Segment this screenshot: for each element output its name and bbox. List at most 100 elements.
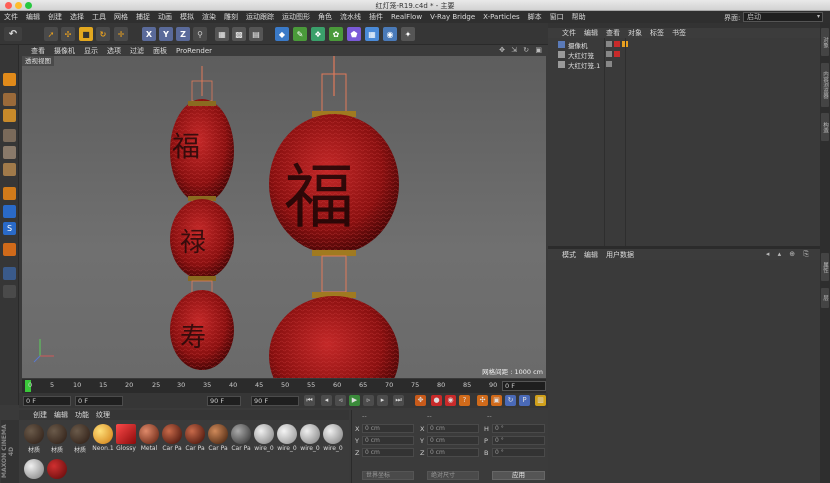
- menu-motion-tracking[interactable]: 运动跟踪: [246, 12, 274, 22]
- render-settings-icon[interactable]: ▤: [249, 27, 263, 41]
- goto-start-icon[interactable]: ⏮: [304, 395, 315, 406]
- undo-icon[interactable]: ↶: [4, 27, 22, 41]
- visibility-dot-icon[interactable]: [606, 61, 612, 67]
- menu-snap[interactable]: 捕捉: [136, 12, 150, 22]
- points-mode-icon[interactable]: [3, 129, 16, 142]
- next-frame-icon[interactable]: ▹: [363, 395, 374, 406]
- material-swatch[interactable]: Glossy: [115, 424, 137, 452]
- material-swatch[interactable]: wire_0: [299, 424, 321, 452]
- coordinate-mode-dropdown[interactable]: 世界坐标: [362, 471, 414, 480]
- menu-character[interactable]: 角色: [318, 12, 332, 22]
- tab-attributes[interactable]: 属性: [821, 253, 829, 281]
- floor-icon[interactable]: ▦: [365, 27, 379, 41]
- visibility-dot-icon[interactable]: [606, 41, 612, 47]
- material-menu-function[interactable]: 功能: [75, 410, 89, 420]
- viewport-menu-display[interactable]: 显示: [84, 46, 98, 56]
- rotation-key-icon[interactable]: ↻: [505, 395, 516, 406]
- material-menu-edit[interactable]: 编辑: [54, 410, 68, 420]
- material-swatch[interactable]: 材质: [46, 424, 68, 454]
- start-frame-field[interactable]: 0 F: [23, 396, 71, 406]
- menu-xparticles[interactable]: X-Particles: [483, 13, 519, 21]
- attribute-menu-user-data[interactable]: 用户数据: [606, 250, 634, 260]
- material-tag-icon[interactable]: [614, 51, 620, 57]
- object-menu-bookmarks[interactable]: 书签: [672, 28, 686, 38]
- cloner-icon[interactable]: ✿: [329, 27, 343, 41]
- snap-icon[interactable]: S: [3, 222, 16, 235]
- prev-frame-icon[interactable]: ◃: [335, 395, 346, 406]
- menu-realflow[interactable]: RealFlow: [391, 13, 422, 21]
- material-swatch[interactable]: Neon.1: [92, 424, 114, 452]
- material-swatch[interactable]: 材质: [23, 424, 45, 454]
- material-menu-texture[interactable]: 纹理: [96, 410, 110, 420]
- edges-mode-icon[interactable]: [3, 146, 16, 159]
- end-frame-field[interactable]: 90 F: [251, 396, 299, 406]
- material-swatch[interactable]: Car Pa: [230, 424, 252, 452]
- material-swatch[interactable]: wire_0: [276, 424, 298, 452]
- subdivision-icon[interactable]: ❖: [311, 27, 325, 41]
- material-swatch[interactable]: Car Pa: [161, 424, 183, 452]
- preview-end-field[interactable]: 90 F: [207, 396, 241, 406]
- attribute-menu-edit[interactable]: 编辑: [584, 250, 598, 260]
- material-swatch[interactable]: [23, 459, 45, 479]
- x-axis-button[interactable]: X: [142, 27, 156, 41]
- menu-vray-bridge[interactable]: V-Ray Bridge: [430, 13, 475, 21]
- perspective-viewport[interactable]: 福 禄 寿 福 透视视图 网格间距: 1000 cm: [22, 56, 546, 378]
- light-icon[interactable]: ✦: [401, 27, 415, 41]
- material-swatch[interactable]: 材质: [69, 424, 91, 454]
- tab-content-browser[interactable]: 内容浏览器: [821, 63, 829, 107]
- position-key-icon[interactable]: ✣: [477, 395, 488, 406]
- object-row[interactable]: 大红灯笼: [548, 50, 820, 60]
- size-x-field[interactable]: 0 cm: [427, 424, 479, 433]
- material-menu-create[interactable]: 创建: [33, 410, 47, 420]
- workplane-icon[interactable]: [3, 243, 16, 256]
- scale-icon[interactable]: ■: [79, 27, 93, 41]
- coordinate-system-icon[interactable]: ⚲: [193, 27, 207, 41]
- size-y-field[interactable]: 0 cm: [427, 436, 479, 445]
- position-y-field[interactable]: 0 cm: [362, 436, 414, 445]
- camera-icon[interactable]: ◉: [383, 27, 397, 41]
- make-editable-icon[interactable]: [3, 73, 16, 86]
- cube-icon[interactable]: ◆: [275, 27, 289, 41]
- timeline-ruler[interactable]: 0 5 10 15 20 25 30 35 40 45 50 55 60 65 …: [22, 379, 546, 393]
- scale-key-icon[interactable]: ▣: [491, 395, 502, 406]
- transform-icon[interactable]: ✛: [114, 27, 128, 41]
- goto-end-icon[interactable]: ⏭: [393, 395, 404, 406]
- menu-mesh[interactable]: 网格: [114, 12, 128, 22]
- object-row[interactable]: 大红灯笼.1: [548, 60, 820, 70]
- material-swatch[interactable]: [46, 459, 68, 479]
- viewport-nav-icons[interactable]: ✥ ⇲ ↻ ▣: [499, 46, 544, 54]
- viewport-menu-camera[interactable]: 摄像机: [54, 46, 75, 56]
- record-icon[interactable]: ●: [431, 395, 442, 406]
- size-mode-dropdown[interactable]: 绝对尺寸: [427, 471, 479, 480]
- y-axis-button[interactable]: Y: [159, 27, 173, 41]
- menu-animate[interactable]: 动画: [158, 12, 172, 22]
- grid-lock-icon[interactable]: [3, 285, 16, 298]
- texture-mode-icon[interactable]: [3, 109, 16, 122]
- soft-selection-icon[interactable]: [3, 205, 16, 218]
- rotation-p-field[interactable]: 0 °: [492, 436, 545, 445]
- polygons-mode-icon[interactable]: [3, 163, 16, 176]
- object-menu-file[interactable]: 文件: [562, 28, 576, 38]
- menu-sculpt[interactable]: 雕刻: [224, 12, 238, 22]
- render-picture-viewer-icon[interactable]: ▩: [232, 27, 246, 41]
- material-swatch[interactable]: Car Pa: [184, 424, 206, 452]
- rotate-icon[interactable]: ↻: [96, 27, 110, 41]
- object-row[interactable]: 摄像机: [548, 40, 820, 50]
- position-x-field[interactable]: 0 cm: [362, 424, 414, 433]
- select-cursor-icon[interactable]: ➚: [44, 27, 58, 41]
- menu-plugins[interactable]: 插件: [369, 12, 383, 22]
- menu-create[interactable]: 创建: [48, 12, 62, 22]
- deformer-icon[interactable]: ⬟: [347, 27, 361, 41]
- viewport-label[interactable]: 透视视图: [22, 56, 54, 66]
- object-menu-edit[interactable]: 编辑: [584, 28, 598, 38]
- current-frame-field[interactable]: 0 F: [502, 381, 546, 391]
- menu-edit[interactable]: 编辑: [26, 12, 40, 22]
- menu-file[interactable]: 文件: [4, 12, 18, 22]
- camera-target-tag-icon[interactable]: [614, 41, 620, 47]
- viewport-menu-view[interactable]: 查看: [31, 46, 45, 56]
- timeline-menu-icon[interactable]: ▥: [535, 395, 546, 406]
- apply-button[interactable]: 应用: [492, 471, 545, 480]
- menu-tools[interactable]: 工具: [92, 12, 106, 22]
- auto-key-icon[interactable]: ◉: [445, 395, 456, 406]
- menu-help[interactable]: 帮助: [572, 12, 586, 22]
